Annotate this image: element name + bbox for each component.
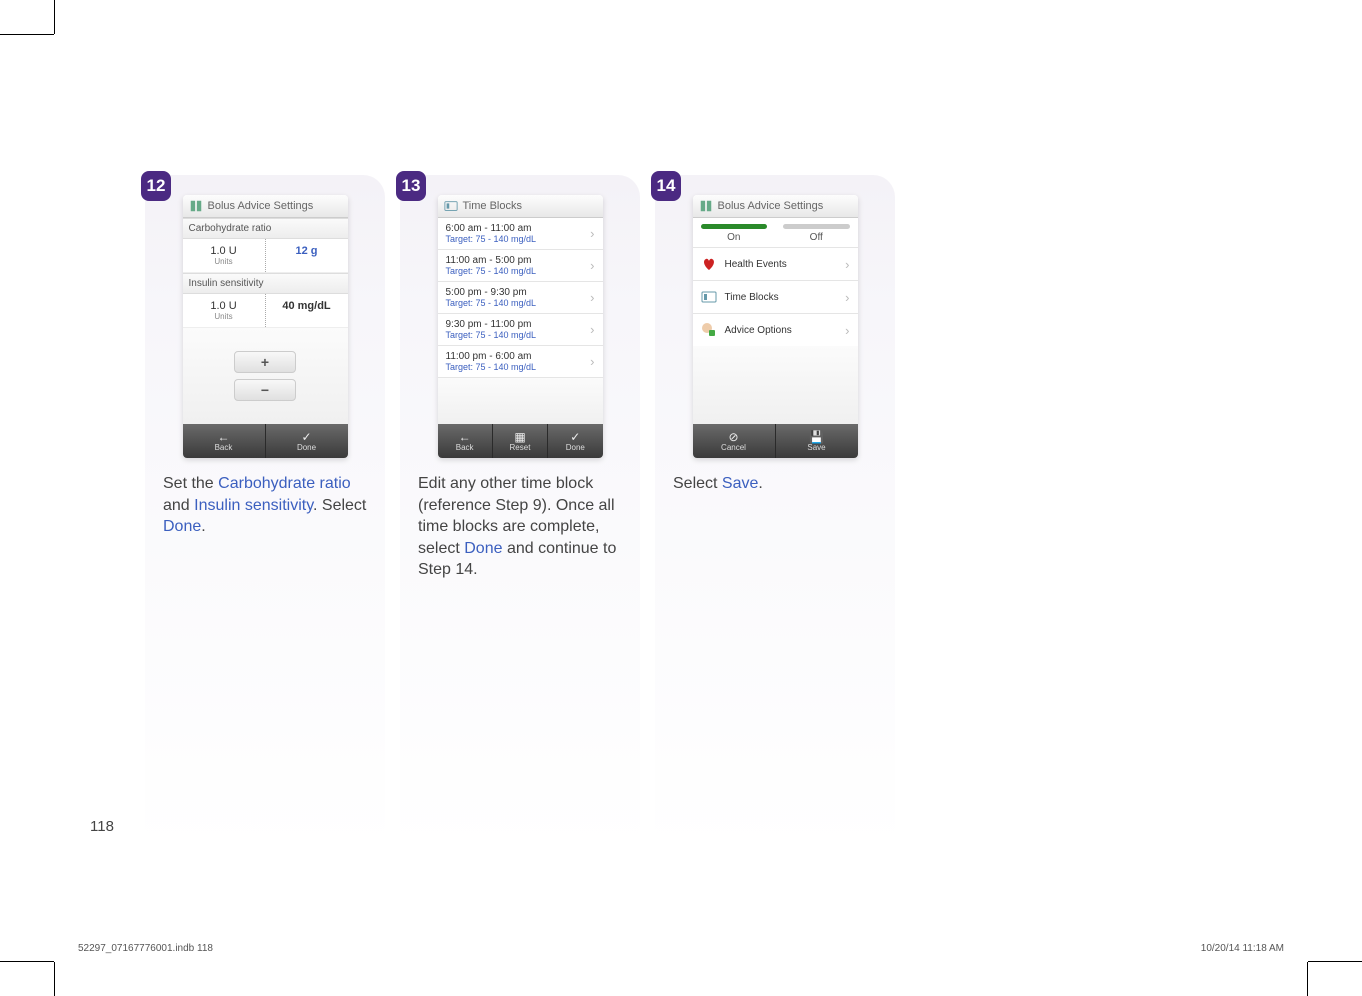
chevron-right-icon: › [590,226,594,241]
menu-label: Advice Options [725,325,792,336]
screen-header: Bolus Advice Settings [693,195,858,218]
step-badge-14: 14 [651,171,681,201]
toggle-on-bar [701,224,768,229]
screen-title: Time Blocks [463,200,523,212]
step-12-column: 12 Bolus Advice Settings Carbohydrate ra… [145,175,385,850]
page-number: 118 [90,818,114,835]
advice-options-icon [701,322,717,338]
heart-icon [701,256,717,272]
step-14-column: 14 Bolus Advice Settings On Off [655,175,895,850]
carb-units-value: 1.0 U [210,245,236,257]
check-icon: ✓ [301,431,311,443]
time-block-row[interactable]: 6:00 am - 11:00 amTarget: 75 - 140 mg/dL… [438,218,603,250]
phone-screenshot-12: Bolus Advice Settings Carbohydrate ratio… [183,195,348,458]
step-badge-13: 13 [396,171,426,201]
carb-grams-value: 12 g [295,245,317,257]
time-blocks-icon [444,199,458,213]
step-badge-12: 12 [141,171,171,201]
chevron-right-icon: › [845,290,849,305]
crop-mark [1307,962,1308,996]
back-button[interactable]: ← Back [438,424,493,458]
cancel-icon: ⊘ [728,431,738,443]
chevron-right-icon: › [590,290,594,305]
step-12-caption: Set the Carbohydrate ratio and Insulin s… [163,473,367,538]
time-block-row[interactable]: 11:00 pm - 6:00 amTarget: 75 - 140 mg/dL… [438,346,603,378]
carb-ratio-row[interactable]: 1.0 U Units 12 g [183,239,348,273]
settings-icon [189,199,203,213]
menu-label: Time Blocks [725,292,779,303]
health-events-row[interactable]: Health Events › [693,247,858,280]
print-footer-left: 52297_07167776001.indb 118 [78,943,213,954]
screen-title: Bolus Advice Settings [208,200,314,212]
toggle-off-label: Off [810,232,823,243]
phone-screenshot-14: Bolus Advice Settings On Off Health Even… [693,195,858,458]
crop-mark [54,962,55,996]
grid-icon: ▦ [514,431,525,443]
time-block-row[interactable]: 11:00 am - 5:00 pmTarget: 75 - 140 mg/dL… [438,250,603,282]
screen-footer: ← Back ✓ Done [183,424,348,458]
screen-header: Bolus Advice Settings [183,195,348,218]
step-14-caption: Select Save. [673,473,877,495]
phone-screenshot-13: Time Blocks 6:00 am - 11:00 amTarget: 75… [438,195,603,458]
reset-button[interactable]: ▦ Reset [493,424,548,458]
time-blocks-icon [701,289,717,305]
chevron-right-icon: › [845,257,849,272]
insulin-sens-label: Insulin sensitivity [183,273,348,294]
crop-mark [1308,961,1362,962]
toggle-on-label: On [727,232,740,243]
settings-icon [699,199,713,213]
done-button[interactable]: ✓ Done [266,424,348,458]
chevron-right-icon: › [590,354,594,369]
back-arrow-icon: ← [218,431,230,443]
toggle-off-bar [783,224,850,229]
chevron-right-icon: › [590,258,594,273]
insulin-sens-row[interactable]: 1.0 U Units 40 mg/dL [183,294,348,328]
ins-units-value: 1.0 U [210,300,236,312]
ins-mgdl-value: 40 mg/dL [282,300,330,312]
save-button[interactable]: 💾 Save [776,424,858,458]
plus-button[interactable]: + [234,351,296,373]
screen-footer: ← Back ▦ Reset ✓ Done [438,424,603,458]
print-footer-right: 10/20/14 11:18 AM [1201,943,1284,954]
chevron-right-icon: › [845,323,849,338]
screen-footer: ⊘ Cancel 💾 Save [693,424,858,458]
time-block-row[interactable]: 5:00 pm - 9:30 pmTarget: 75 - 140 mg/dL … [438,282,603,314]
time-blocks-row[interactable]: Time Blocks › [693,280,858,313]
done-button[interactable]: ✓ Done [548,424,602,458]
time-block-row[interactable]: 9:30 pm - 11:00 pmTarget: 75 - 140 mg/dL… [438,314,603,346]
menu-label: Health Events [725,259,787,270]
crop-mark [0,961,54,962]
crop-mark [0,34,54,35]
carb-ratio-label: Carbohydrate ratio [183,218,348,239]
empty-area [693,346,858,424]
step-13-caption: Edit any other time block (reference Ste… [418,473,622,581]
carb-units-label: Units [187,257,261,266]
advice-options-row[interactable]: Advice Options › [693,313,858,346]
on-off-toggle[interactable]: On Off [693,218,858,247]
stepper-area: + − [183,328,348,424]
back-arrow-icon: ← [459,431,471,443]
check-icon: ✓ [570,431,580,443]
ins-units-label: Units [187,312,261,321]
screen-header: Time Blocks [438,195,603,218]
step-13-column: 13 Time Blocks 6:00 am - 11:00 amTarget:… [400,175,640,850]
save-icon: 💾 [809,431,824,443]
empty-area [438,378,603,424]
back-button[interactable]: ← Back [183,424,266,458]
minus-button[interactable]: − [234,379,296,401]
crop-mark [54,0,55,34]
chevron-right-icon: › [590,322,594,337]
screen-title: Bolus Advice Settings [718,200,824,212]
cancel-button[interactable]: ⊘ Cancel [693,424,776,458]
